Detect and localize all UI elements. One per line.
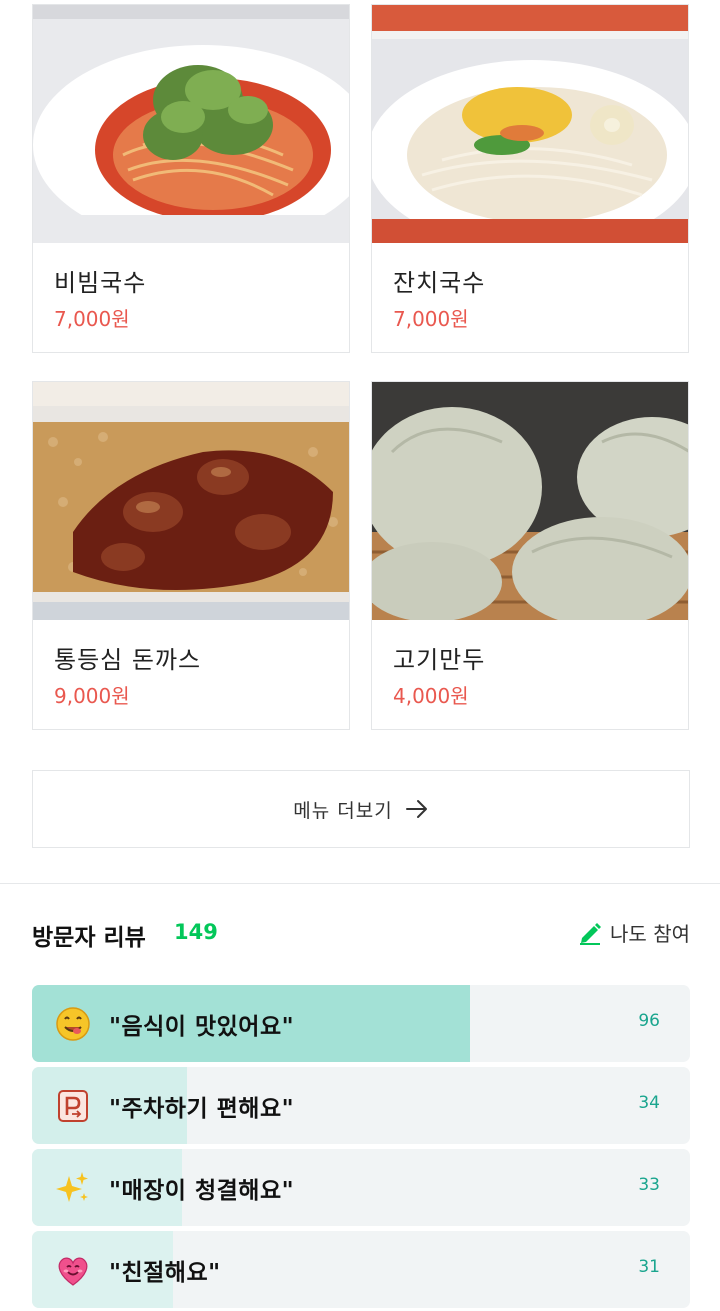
- menu-item-name: 통등심 돈까스: [54, 646, 202, 674]
- keyword-count: 34: [638, 1093, 660, 1113]
- arrow-right-icon: [405, 799, 429, 819]
- heart-face-icon: [54, 1251, 92, 1289]
- menu-card-janchi-guksu[interactable]: 잔치국수 7,000원: [371, 4, 689, 353]
- keyword-text: "매장이 청결해요": [109, 1178, 295, 1204]
- janchi-guksu-photo: [372, 5, 688, 243]
- menu-card-bibim-guksu[interactable]: 비빔국수 7,000원: [32, 4, 350, 353]
- yum-face-icon: [54, 1005, 92, 1043]
- pencil-icon: [578, 920, 604, 946]
- more-menu-label: 메뉴 더보기: [293, 799, 393, 822]
- menu-card-gogi-mandu[interactable]: 고기만두 4,000원: [371, 381, 689, 730]
- more-menu-button[interactable]: 메뉴 더보기: [32, 770, 690, 848]
- menu-item-price: 9,000원: [54, 684, 130, 708]
- visitor-reviews-title: 방문자 리뷰: [32, 925, 146, 951]
- menu-item-price: 7,000원: [54, 307, 130, 331]
- menu-item-name: 잔치국수: [393, 269, 486, 297]
- donkatsu-photo: [33, 382, 349, 620]
- menu-card-donkatsu[interactable]: 통등심 돈까스 9,000원: [32, 381, 350, 730]
- keyword-text: "친절해요": [109, 1260, 221, 1286]
- menu-item-price: 7,000원: [393, 307, 469, 331]
- review-keyword-bar[interactable]: "주차하기 편해요" 34: [32, 1067, 690, 1144]
- menu-item-name: 고기만두: [393, 646, 486, 674]
- keyword-text: "주차하기 편해요": [109, 1096, 295, 1122]
- bibim-guksu-photo: [33, 5, 349, 243]
- keyword-count: 33: [638, 1175, 660, 1195]
- menu-item-price: 4,000원: [393, 684, 469, 708]
- keyword-count: 96: [638, 1011, 660, 1031]
- sparkles-icon: [54, 1169, 92, 1207]
- review-keyword-bar[interactable]: "음식이 맛있어요" 96: [32, 985, 690, 1062]
- gogi-mandu-photo: [372, 382, 688, 620]
- section-divider: [0, 883, 720, 884]
- review-keyword-bar[interactable]: "매장이 청결해요" 33: [32, 1149, 690, 1226]
- join-review-button[interactable]: 나도 참여: [578, 918, 690, 947]
- join-review-label: 나도 참여: [610, 922, 690, 946]
- keyword-count: 31: [638, 1257, 660, 1277]
- review-keyword-bar[interactable]: "친절해요" 31: [32, 1231, 690, 1308]
- menu-item-name: 비빔국수: [54, 269, 147, 297]
- visitor-reviews-header: 방문자 리뷰 149 나도 참여: [32, 912, 690, 956]
- keyword-text: "음식이 맛있어요": [109, 1014, 295, 1040]
- parking-icon: [54, 1087, 92, 1125]
- visitor-reviews-count: 149: [174, 920, 218, 944]
